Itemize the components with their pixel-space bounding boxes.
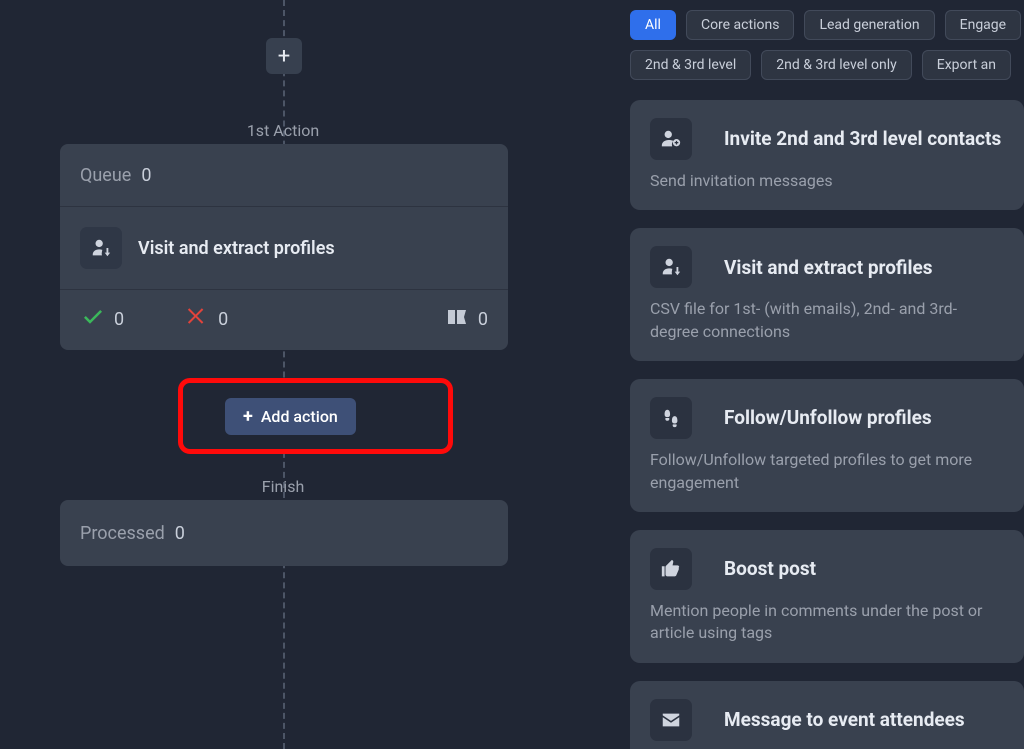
action-body: Visit and extract profiles — [60, 207, 508, 289]
stats-row: 0 0 0 — [60, 290, 508, 348]
stat-success: 0 — [80, 304, 124, 335]
lib-item-title: Boost post — [724, 557, 816, 581]
check-icon — [80, 304, 106, 335]
filter-chip-lead[interactable]: Lead generation — [804, 10, 934, 40]
queue-label: Queue — [80, 165, 131, 186]
filter-chips: All Core actions Lead generation Engage … — [630, 10, 1024, 80]
lib-item-follow[interactable]: Follow/Unfollow profiles Follow/Unfollow… — [630, 379, 1024, 512]
filter-chip-all[interactable]: All — [630, 10, 676, 40]
cross-icon — [184, 304, 210, 335]
add-node-button[interactable]: + — [266, 38, 302, 74]
lib-item-desc: Follow/Unfollow targeted profiles to get… — [650, 449, 1004, 494]
action-library-list: Invite 2nd and 3rd level contacts Send i… — [630, 100, 1024, 749]
filter-chip-2nd3rd[interactable]: 2nd & 3rd level — [630, 50, 751, 80]
plus-icon: + — [278, 44, 290, 69]
person-download-icon — [80, 227, 122, 269]
stage-label-finish: Finish — [0, 477, 566, 496]
filter-chip-export[interactable]: Export an — [922, 50, 1011, 80]
plus-icon: + — [243, 406, 253, 427]
thumbs-up-icon — [650, 548, 692, 590]
stat-fail-value: 0 — [218, 309, 228, 330]
add-action-button[interactable]: + Add action — [225, 398, 356, 435]
add-action-label: Add action — [261, 407, 338, 426]
lib-item-boost[interactable]: Boost post Mention people in comments un… — [630, 530, 1024, 663]
processed-card: Processed 0 — [60, 500, 508, 566]
stat-list: 0 — [444, 305, 488, 334]
lib-item-title: Follow/Unfollow profiles — [724, 406, 932, 430]
list-icon — [444, 305, 470, 334]
person-download-icon — [650, 246, 692, 288]
filter-chip-core[interactable]: Core actions — [686, 10, 794, 40]
envelope-icon — [650, 699, 692, 741]
action-card[interactable]: Queue 0 Visit and extract profiles 0 — [60, 144, 508, 350]
lib-item-message[interactable]: Message to event attendees — [630, 681, 1024, 749]
queue-value: 0 — [141, 165, 151, 186]
stat-success-value: 0 — [114, 309, 124, 330]
workflow-connector-line — [283, 0, 285, 749]
footsteps-icon — [650, 397, 692, 439]
stage-label-first: 1st Action — [0, 121, 566, 140]
queue-row: Queue 0 — [60, 144, 508, 206]
action-title: Visit and extract profiles — [138, 238, 335, 259]
lib-item-title: Visit and extract profiles — [724, 256, 933, 280]
filter-chip-2nd3rd-only[interactable]: 2nd & 3rd level only — [761, 50, 911, 80]
lib-item-visit[interactable]: Visit and extract profiles CSV file for … — [630, 228, 1024, 361]
lib-item-title: Invite 2nd and 3rd level contacts — [724, 127, 1001, 151]
processed-value: 0 — [175, 523, 185, 544]
stat-list-value: 0 — [478, 309, 488, 330]
lib-item-desc: Send invitation messages — [650, 170, 1004, 192]
add-action-highlight: + Add action — [178, 378, 453, 454]
person-add-icon — [650, 118, 692, 160]
lib-item-desc: CSV file for 1st- (with emails), 2nd- an… — [650, 298, 1004, 343]
lib-item-title: Message to event attendees — [724, 708, 965, 732]
filter-chip-engage[interactable]: Engage — [945, 10, 1021, 40]
lib-item-desc: Mention people in comments under the pos… — [650, 600, 1004, 645]
lib-item-invite[interactable]: Invite 2nd and 3rd level contacts Send i… — [630, 100, 1024, 210]
processed-label: Processed — [80, 523, 165, 544]
stat-fail: 0 — [184, 304, 228, 335]
